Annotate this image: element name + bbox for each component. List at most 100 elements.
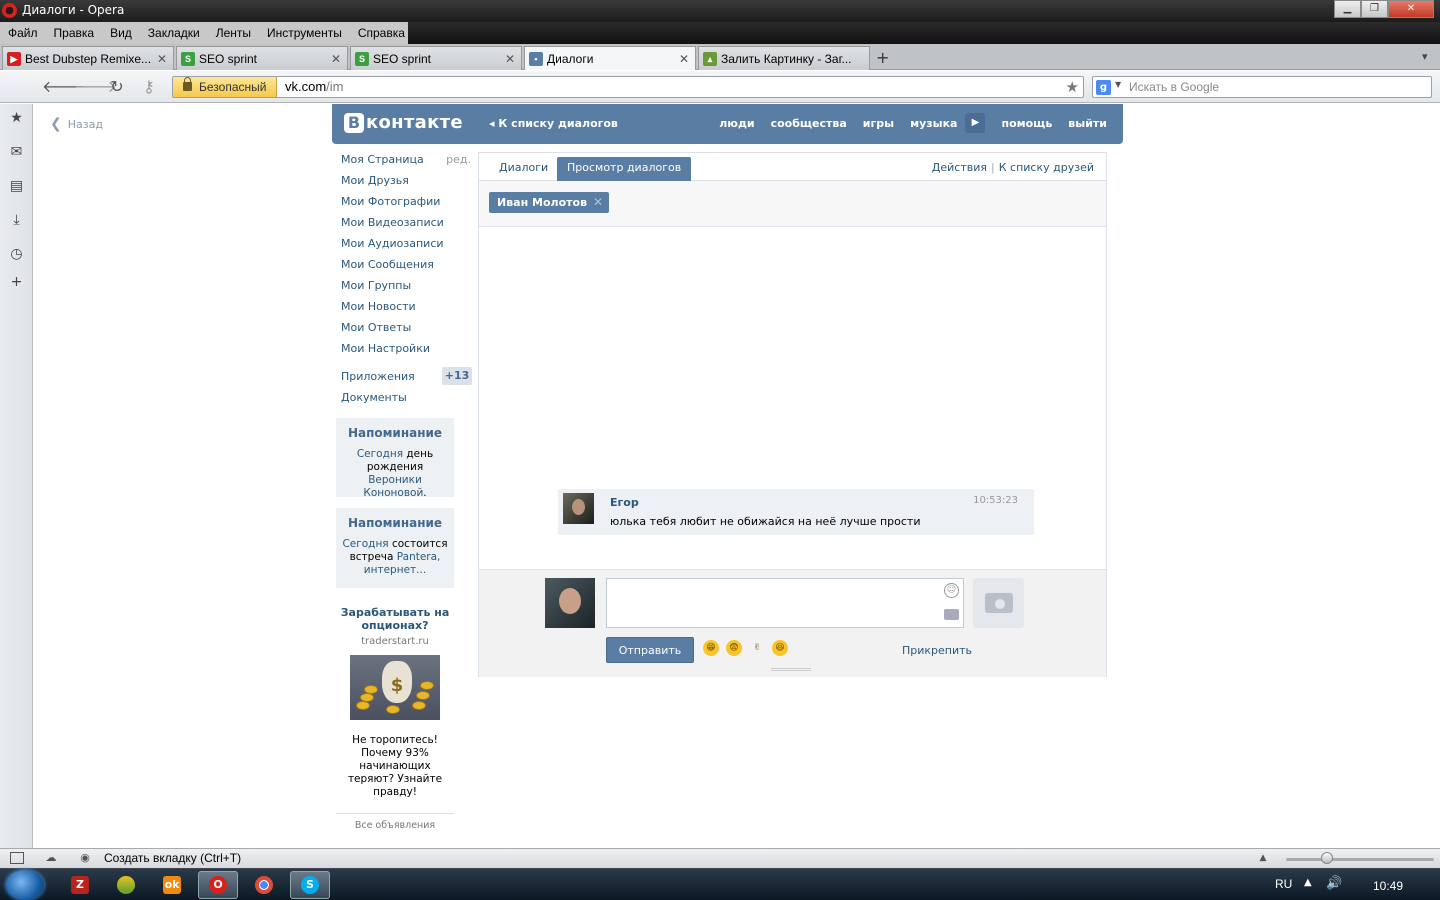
security-badge[interactable]: Безопасный [173, 77, 277, 97]
menu-my-page[interactable]: Моя Страница ред. [341, 154, 471, 175]
panel-toggle-icon[interactable] [10, 852, 24, 864]
taskbar-filezilla[interactable]: Z [60, 871, 100, 899]
emoji-grin-icon[interactable]: 😁 [703, 640, 719, 656]
nav-help[interactable]: помощь [1001, 117, 1052, 133]
maximize-button[interactable]: ❐ [1361, 0, 1388, 18]
menu-apps[interactable]: Приложения +13 [341, 367, 472, 385]
menu-tools[interactable]: Инструменты [259, 26, 350, 40]
attach-photo-button[interactable] [973, 578, 1024, 628]
downloads-icon[interactable]: ⤓ [8, 212, 25, 229]
notes-icon[interactable]: ▤ [8, 178, 25, 195]
music-play-icon[interactable]: ▶ [965, 113, 986, 133]
tab-best-dubstep[interactable]: ▶ Best Dubstep Remixe... ✕ [2, 46, 174, 70]
clock[interactable]: 10:49 [1373, 879, 1403, 893]
menu-bookmarks[interactable]: Закладки [140, 26, 208, 40]
nav-games[interactable]: игры [863, 117, 894, 133]
send-button[interactable]: Отправить [606, 637, 694, 663]
taskbar-app2[interactable] [106, 871, 146, 899]
zoom-slider-handle[interactable] [1321, 852, 1333, 864]
menu-view[interactable]: Вид [102, 26, 140, 40]
zoom-slider[interactable] [1286, 858, 1434, 861]
volume-icon[interactable]: 🔊 [1326, 876, 1342, 891]
menu-my-photos[interactable]: Мои Фотографии [341, 196, 471, 217]
close-window-button[interactable]: ✕ [1388, 0, 1434, 18]
menu-my-settings[interactable]: Мои Настройки [341, 343, 471, 364]
menu-my-answers[interactable]: Мои Ответы [341, 322, 471, 343]
my-avatar[interactable] [545, 578, 595, 628]
back-to-dialogs-link[interactable]: ◂ К списку диалогов [489, 117, 618, 130]
close-tab-icon[interactable]: ✕ [157, 52, 167, 66]
message-author[interactable]: Егор [610, 496, 639, 509]
resize-handle[interactable] [771, 668, 811, 671]
taskbar-opera[interactable]: O [198, 871, 238, 899]
person-link[interactable]: Вероники Кононовой [363, 474, 423, 499]
menu-my-news[interactable]: Мои Новости [341, 301, 471, 322]
google-icon[interactable]: g [1096, 80, 1111, 95]
close-tab-icon[interactable]: ✕ [679, 52, 689, 66]
all-ads-link[interactable]: Все объявления [336, 813, 454, 831]
nav-music[interactable]: музыка [910, 117, 957, 133]
message-item[interactable]: Егор 10:53:23 юлька тебя любит не обижай… [558, 489, 1034, 535]
nav-people[interactable]: люди [719, 117, 754, 133]
start-button[interactable] [6, 870, 44, 900]
camera-icon[interactable] [944, 609, 959, 620]
menu-my-audio[interactable]: Мои Аудиозаписи [341, 238, 471, 259]
add-panel-icon[interactable]: + [8, 274, 25, 291]
new-tab-icon[interactable]: + [876, 48, 889, 67]
menu-my-friends[interactable]: Мои Друзья [341, 175, 471, 196]
smiley-icon[interactable]: ☺ [944, 583, 959, 598]
language-indicator[interactable]: RU [1275, 877, 1292, 891]
menu-help[interactable]: Справка [350, 26, 413, 40]
menu-my-groups[interactable]: Мои Группы [341, 280, 471, 301]
reload-icon[interactable]: ↻ [106, 77, 128, 97]
menu-edit[interactable]: Правка [46, 26, 103, 40]
tab-dialogs[interactable]: ▪ Диалоги ✕ [524, 46, 696, 70]
remove-recipient-icon[interactable]: ✕ [593, 192, 603, 213]
history-clock-icon[interactable]: ◷ [8, 246, 25, 263]
avatar[interactable] [563, 493, 594, 524]
taskbar-odnoklassniki[interactable]: ok [152, 871, 192, 899]
vk-logo[interactable]: В контакте [344, 112, 463, 133]
actions-link[interactable]: Действия [932, 161, 987, 174]
menu-my-videos[interactable]: Мои Видеозаписи [341, 217, 471, 238]
bookmark-star-icon[interactable]: ★ [1066, 78, 1079, 96]
advertisement[interactable]: Зарабатывать на опционах? traderstart.ru… [336, 606, 454, 831]
search-engine-chevron-icon[interactable]: ▼ [1115, 80, 1121, 89]
tray-chevron-up-icon[interactable]: ▲ [1304, 877, 1312, 888]
cloud-icon[interactable]: ☁ [44, 852, 58, 864]
message-input[interactable]: ☺ [606, 578, 964, 628]
mail-icon[interactable]: ✉ [8, 144, 25, 161]
emoji-laugh-icon[interactable]: 😆 [772, 640, 788, 656]
ad-title[interactable]: Зарабатывать на опционах? [336, 606, 454, 632]
search-input[interactable]: g ▼ Искать в Google [1092, 76, 1432, 98]
turbo-icon[interactable]: ◉ [78, 852, 92, 864]
tab-seo-sprint-2[interactable]: S SEO sprint ✕ [350, 46, 522, 70]
close-tab-icon[interactable]: ✕ [505, 52, 515, 66]
key-icon[interactable]: ⚷ [138, 77, 160, 97]
menu-feeds[interactable]: Ленты [208, 26, 259, 40]
menu-my-messages[interactable]: Мои Сообщения [341, 259, 471, 280]
tab-menu-chevron-icon[interactable]: ▾ [1422, 50, 1428, 63]
forward-arrow-icon[interactable]: 🡒 [74, 77, 117, 97]
menu-file[interactable]: Файл [0, 26, 46, 40]
address-bar[interactable]: Безопасный vk.com/im ★ [172, 76, 1084, 98]
taskbar-skype[interactable]: S [290, 871, 330, 899]
tab-view-dialogs[interactable]: Просмотр диалогов [557, 157, 692, 181]
today-link[interactable]: Сегодня [357, 448, 403, 460]
ad-money-bag-image[interactable]: $ [350, 655, 440, 720]
tab-dialogs[interactable]: Диалоги [489, 157, 558, 181]
menu-documents[interactable]: Документы [341, 391, 407, 404]
tab-image-host[interactable]: ▴ Залить Картинку - Заг... [698, 46, 870, 70]
emoji-scream-icon[interactable]: 😨 [726, 640, 742, 656]
close-tab-icon[interactable]: ✕ [331, 52, 341, 66]
attach-link[interactable]: Прикрепить [902, 644, 972, 657]
friends-list-link[interactable]: К списку друзей [999, 161, 1094, 174]
nav-logout[interactable]: выйти [1068, 117, 1107, 133]
bookmarks-star-icon[interactable]: ★ [8, 110, 25, 127]
back-link[interactable]: ❮ Назад [50, 116, 103, 132]
taskbar-chrome[interactable] [244, 871, 284, 899]
recipient-chip[interactable]: Иван Молотов ✕ [489, 192, 610, 213]
edit-link[interactable]: ред. [446, 154, 471, 166]
minimize-button[interactable]: ▁ [1334, 0, 1361, 18]
today-link[interactable]: Сегодня [342, 538, 388, 550]
